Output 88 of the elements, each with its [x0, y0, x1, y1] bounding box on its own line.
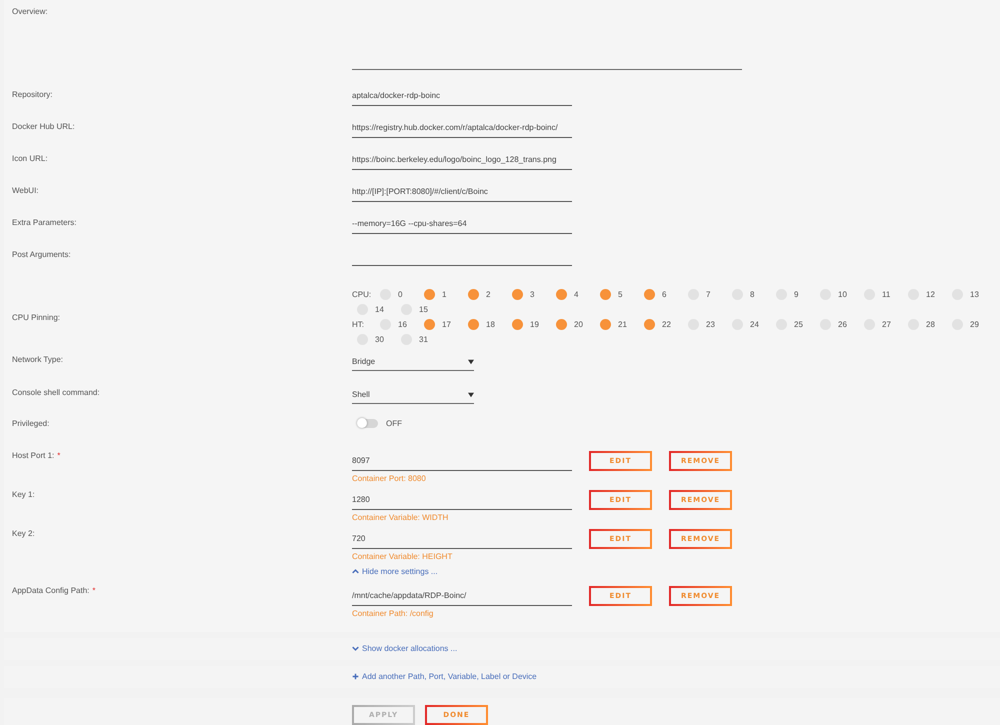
field-label: Console shell command: — [12, 388, 100, 397]
required-mark: * — [57, 451, 60, 460]
input-field[interactable]: /mnt/cache/appdata/RDP-Boinc/ — [352, 590, 572, 606]
pin-checkbox[interactable] — [424, 289, 435, 300]
dropdown[interactable]: Bridge — [352, 355, 474, 371]
pin-label: 20 — [574, 320, 583, 329]
pin-label: 2 — [486, 290, 490, 299]
pin-label: 6 — [662, 290, 666, 299]
pin-checkbox[interactable] — [512, 289, 523, 300]
pin-checkbox[interactable] — [600, 289, 611, 300]
required-mark: * — [92, 586, 96, 595]
pin-label: 26 — [838, 320, 847, 329]
pin-group-label: CPU: — [352, 289, 372, 301]
field-label: AppData Config Path: — [12, 586, 90, 595]
field-label: Network Type: — [12, 355, 63, 364]
pin-label: 0 — [398, 290, 402, 299]
chevron-down-icon — [352, 645, 359, 652]
field-label: Docker Hub URL: — [12, 122, 75, 131]
pin-label: 17 — [442, 320, 451, 329]
pin-label: 7 — [706, 290, 710, 299]
field-label: Key 1: — [12, 490, 35, 499]
dropdown[interactable]: Shell — [352, 388, 474, 404]
pin-checkbox[interactable] — [468, 289, 479, 300]
field-label: Repository: — [12, 90, 52, 99]
pin-group-label: HT: — [352, 319, 365, 331]
pin-checkbox[interactable] — [556, 319, 567, 330]
pin-label: 19 — [530, 320, 539, 329]
chevron-up-icon — [352, 568, 359, 575]
input-field[interactable]: aptalca/docker-rdp-boinc — [352, 90, 572, 106]
field-label: Icon URL: — [12, 154, 48, 163]
pin-checkbox[interactable] — [556, 289, 567, 300]
pin-label: 12 — [926, 290, 935, 299]
pin-label: 3 — [530, 290, 534, 299]
pin-label: 1 — [442, 290, 446, 299]
pin-label: 18 — [486, 320, 495, 329]
input-field[interactable]: http://[IP]:[PORT:8080]/#/client/c/Boinc — [352, 186, 572, 202]
toggle-link[interactable]: Hide more settings ... — [352, 567, 438, 576]
action-link[interactable]: Show docker allocations ... — [352, 644, 458, 653]
field-label: WebUI: — [12, 186, 39, 195]
input-field[interactable]: 1280 — [352, 494, 572, 510]
input-field[interactable]: --memory=16G --cpu-shares=64 — [352, 218, 572, 234]
pin-label: 29 — [970, 320, 979, 329]
input-field[interactable]: https://boinc.berkeley.edu/logo/boinc_logo_128_trans.png — [352, 154, 572, 170]
pin-label: 13 — [970, 290, 979, 299]
pin-checkbox[interactable] — [468, 319, 479, 330]
toggle-state: OFF — [386, 419, 402, 428]
pin-label: 24 — [750, 320, 759, 329]
pin-checkbox[interactable] — [600, 319, 611, 330]
pin-label: 8 — [750, 290, 754, 299]
field-label: Privileged: — [12, 419, 50, 428]
pin-checkbox[interactable] — [424, 319, 435, 330]
pin-label: 27 — [882, 320, 891, 329]
pin-label: 16 — [398, 320, 407, 329]
pin-label: 15 — [419, 305, 428, 314]
pin-label: 21 — [618, 320, 627, 329]
field-label: Overview: — [12, 7, 48, 16]
help-text: Container Variable: WIDTH — [352, 513, 450, 522]
field-label: Host Port 1: — [12, 451, 54, 460]
pin-label: 11 — [882, 290, 890, 299]
caret-icon — [468, 392, 474, 398]
pin-label: 30 — [375, 335, 384, 344]
toggle-switch[interactable] — [358, 419, 378, 428]
field-label: CPU Pinning: — [12, 312, 60, 322]
pin-label: 23 — [706, 320, 715, 329]
help-text: Container Path: /config — [352, 609, 434, 618]
pin-checkbox[interactable] — [512, 319, 523, 330]
pin-label: 31 — [419, 335, 428, 344]
input-field[interactable]: 720 — [352, 533, 572, 549]
pin-label: 25 — [794, 320, 803, 329]
pin-checkbox[interactable] — [644, 319, 655, 330]
input-field[interactable]: https://registry.hub.docker.com/r/aptalca/docker-rdp-boinc/ — [352, 122, 572, 138]
help-text: Container Variable: HEIGHT — [352, 552, 454, 561]
help-text: Container Port: 8080 — [352, 474, 427, 483]
field-label: Key 2: — [12, 529, 35, 538]
pin-checkbox[interactable] — [644, 289, 655, 300]
caret-icon — [468, 358, 474, 364]
pin-label: 5 — [618, 290, 622, 299]
pin-label: 10 — [838, 290, 847, 299]
field-label: Post Arguments: — [12, 250, 71, 259]
action-link[interactable]: Add another Path, Port, Variable, Label or Device — [352, 672, 537, 681]
pin-label: 9 — [794, 290, 798, 299]
pin-label: 28 — [926, 320, 935, 329]
pin-label: 14 — [375, 305, 384, 314]
plus-icon — [352, 673, 359, 680]
field-label: Extra Parameters: — [12, 218, 76, 227]
pin-label: 4 — [574, 290, 578, 299]
input-field[interactable]: 8097 — [352, 455, 572, 471]
pin-label: 22 — [662, 320, 671, 329]
